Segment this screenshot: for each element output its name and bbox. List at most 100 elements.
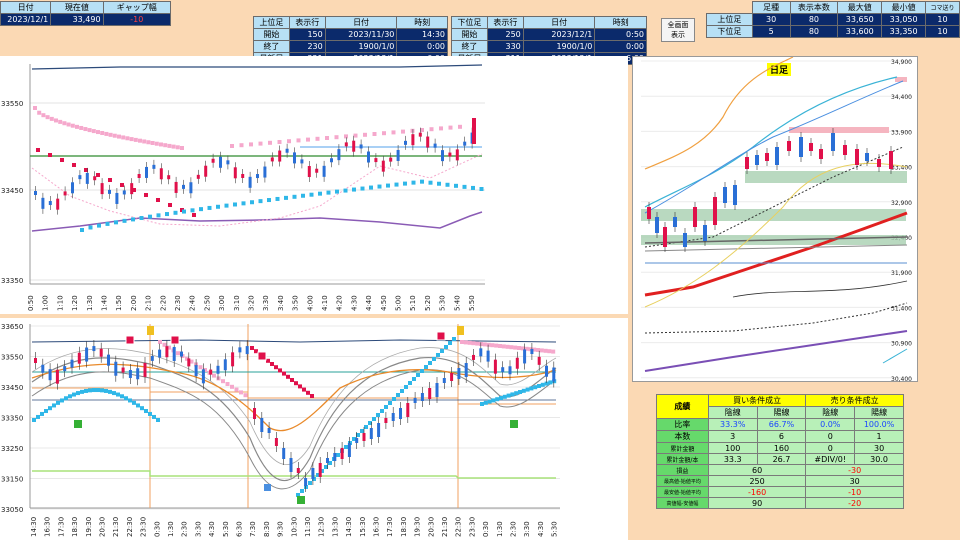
lower-row-cell: 0:50 — [594, 28, 647, 41]
daily-chart-svg: 34,90034,40033,90033,40032,90032,40031,9… — [641, 56, 912, 383]
candle-body — [93, 176, 97, 181]
stats-row-label: 累計金額/本 — [656, 453, 709, 465]
pink-marker — [486, 342, 491, 347]
pink-marker — [142, 139, 147, 144]
foot-cell[interactable]: 80 — [789, 13, 839, 26]
dotted-trend-line — [644, 146, 904, 248]
foot-cell[interactable]: 10 — [925, 13, 960, 26]
candle-body — [245, 346, 249, 355]
pink-marker — [315, 136, 320, 141]
pink-marker — [230, 384, 234, 389]
pink-marker — [513, 345, 518, 350]
candle-body — [63, 191, 67, 196]
buy-signal-icon — [74, 420, 82, 428]
teal-marker — [318, 191, 322, 196]
bottom-chart-panel[interactable]: 33650 33550 33450 33350 33250 33150 33050 14:30… — [0, 318, 628, 540]
warning-signal-icon — [457, 326, 464, 335]
foot-cell[interactable]: 5 — [751, 25, 791, 38]
x-tick-label: 22:30 — [126, 517, 134, 537]
price-box: 日付 現在値 ギャップ幅 2023/12/1 33,490 -10 — [0, 1, 172, 26]
foot-cell[interactable]: 30 — [751, 13, 791, 26]
candle-body — [787, 141, 791, 151]
candle-body — [85, 347, 89, 362]
x-tick-label: 22:30 — [455, 517, 463, 537]
foot-cell[interactable]: 10 — [925, 25, 960, 38]
x-tick-label: 9:30 — [277, 521, 285, 537]
y-tick-label: 31,400 — [891, 305, 912, 312]
pink-marker — [543, 348, 548, 353]
pink-marker — [79, 125, 84, 130]
pink-marker — [125, 136, 130, 141]
lower-row-cell[interactable]: 330 — [486, 40, 524, 53]
teal-marker — [88, 225, 93, 230]
upper-row-cell[interactable]: 150 — [288, 28, 326, 41]
lower-row-cell[interactable]: 250 — [486, 28, 524, 41]
teal-marker — [335, 189, 339, 194]
candle-body — [435, 383, 439, 397]
candle-body — [367, 151, 370, 163]
candle-body — [115, 192, 119, 204]
candle-body — [755, 155, 759, 165]
candle-body — [663, 227, 667, 247]
pink-marker — [198, 365, 203, 370]
teal-marker — [80, 228, 84, 232]
teal-marker — [275, 196, 280, 201]
teal-marker — [112, 391, 116, 396]
candle-body — [152, 164, 156, 169]
teal-marker — [64, 396, 68, 401]
x-tick-label: 13:30 — [331, 517, 339, 537]
teal-marker — [386, 183, 390, 188]
teal-marker — [182, 209, 186, 214]
pink-marker — [551, 349, 556, 354]
pink-marker — [382, 131, 386, 136]
full-display-button[interactable]: 全画面 表示 — [661, 18, 695, 42]
teal-marker — [380, 409, 384, 413]
teal-marker — [207, 205, 212, 210]
x-tick-label: 5:50 — [468, 295, 476, 311]
candle-body — [389, 157, 393, 162]
blue-upper-line — [644, 80, 904, 214]
candle-body — [293, 152, 296, 164]
candle-body — [391, 413, 395, 421]
teal-marker — [116, 392, 120, 397]
upper-row-cell[interactable]: 230 — [288, 40, 326, 53]
pink-marker — [158, 340, 162, 344]
pink-marker — [363, 132, 367, 137]
lower-row-cell: 1900/1/0 — [522, 40, 596, 53]
teal-marker — [377, 184, 382, 189]
daily-chart-panel[interactable]: 34,90034,40033,90033,40032,90032,40031,9… — [632, 56, 918, 383]
x-tick-label: 2:00 — [130, 295, 138, 311]
foot-row-label: 上位足 — [706, 13, 753, 26]
teal-marker — [506, 393, 511, 398]
stats-cell: 3 — [707, 430, 758, 443]
teal-marker — [136, 403, 140, 408]
magenta-marker — [310, 394, 314, 398]
candle-body — [226, 160, 230, 165]
teal-marker — [139, 216, 144, 221]
buy-signal-icon — [297, 496, 305, 504]
teal-marker — [499, 396, 503, 400]
candle-body — [267, 428, 271, 433]
candle-body — [145, 166, 148, 178]
pink-marker — [104, 131, 109, 136]
x-tick-label: 21:30 — [112, 517, 120, 537]
foot-header-max: 最大値 — [837, 1, 883, 14]
candle-body — [182, 184, 185, 189]
candle-body — [508, 366, 512, 375]
top-chart-panel[interactable]: 33550 33450 33350 0:50 1:00 1:10 1:20 1:30 1:40 1… — [0, 56, 628, 314]
price-gap-value: -10 — [102, 13, 172, 26]
candle-body — [41, 197, 45, 209]
teal-marker — [388, 401, 392, 405]
x-tick-label: 4:30 — [208, 521, 216, 537]
teal-marker — [128, 398, 132, 403]
x-tick-label: 1:10 — [56, 295, 64, 311]
candle-body — [457, 368, 461, 379]
candle-body — [34, 191, 37, 195]
x-tick-label: 2:30 — [510, 521, 518, 537]
stats-cell: 0 — [805, 430, 856, 443]
pink-marker — [216, 376, 221, 381]
magenta-marker — [48, 153, 52, 157]
candle-body — [172, 346, 176, 361]
foot-cell[interactable]: 80 — [789, 25, 839, 38]
candle-body — [130, 183, 134, 195]
